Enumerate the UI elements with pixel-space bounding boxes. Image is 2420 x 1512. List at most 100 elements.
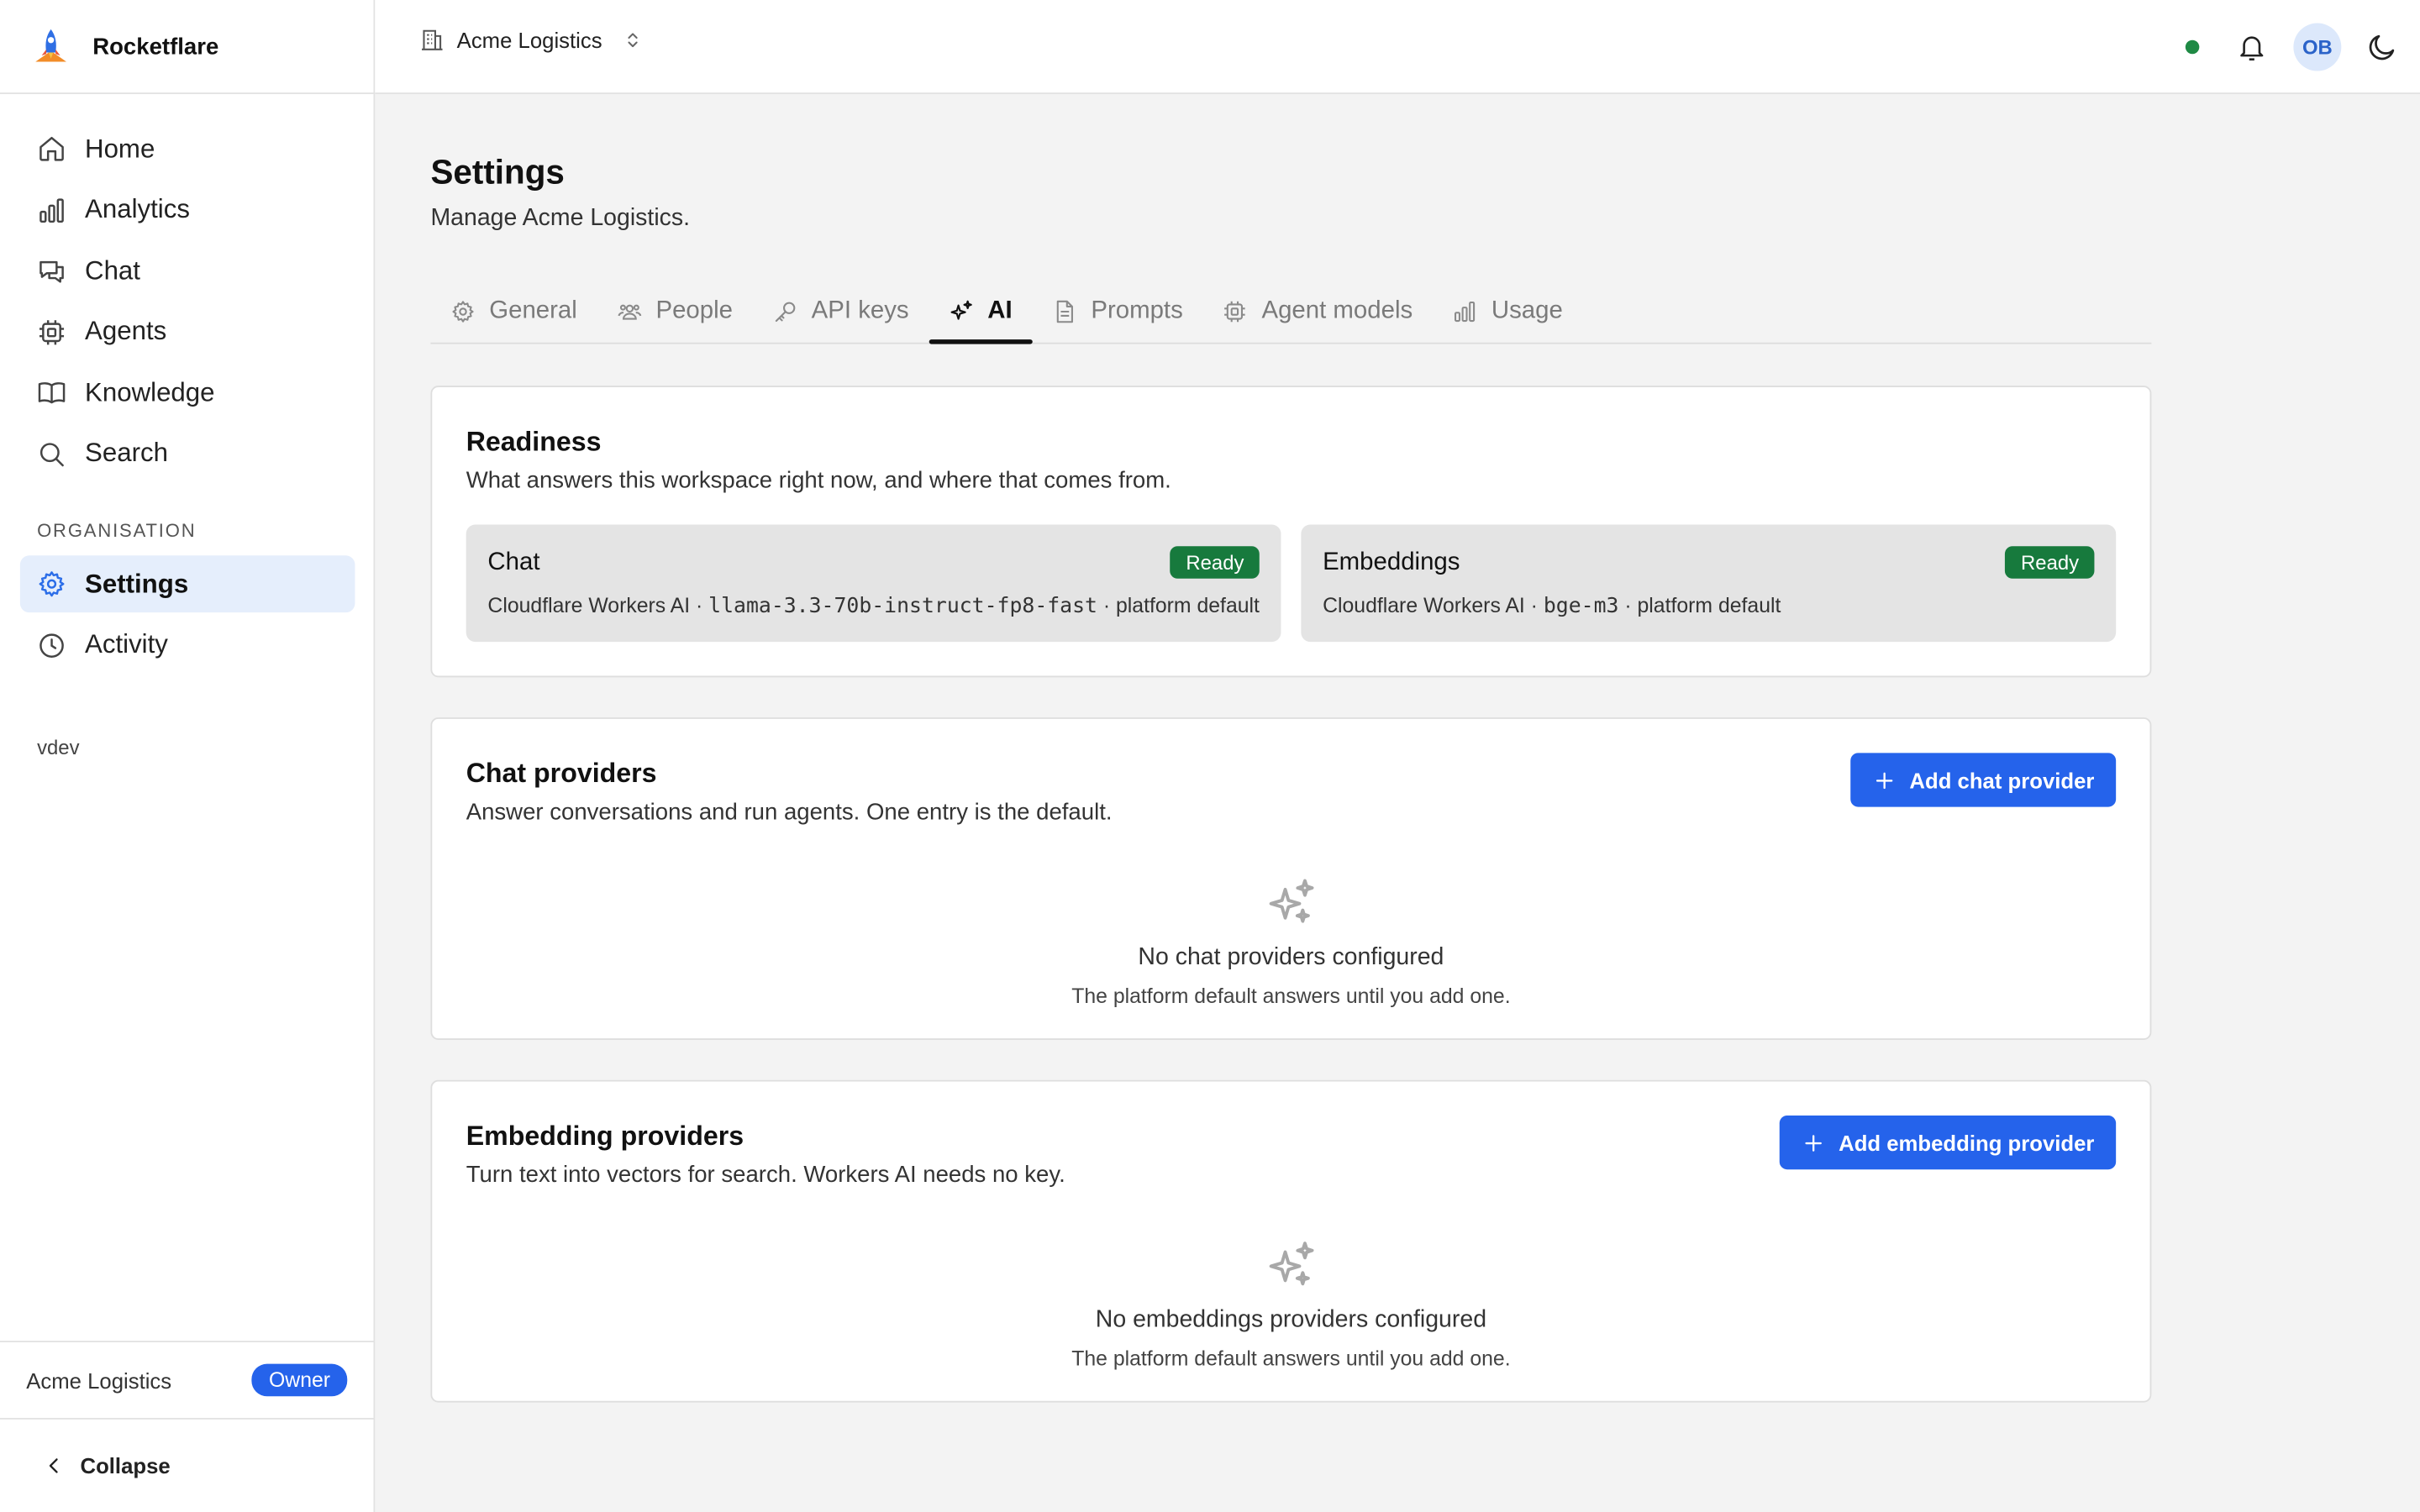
sidebar-item-analytics[interactable]: Analytics <box>20 181 355 239</box>
bar-chart-icon <box>37 195 66 224</box>
topbar-actions: OB <box>2185 23 2399 71</box>
sparkles-icon <box>432 876 2149 928</box>
sparkles-icon <box>949 299 973 323</box>
plus-icon <box>1803 1131 1825 1153</box>
readiness-chat-detail: Cloudflare Workers AI · llama-3.3-70b-in… <box>487 594 1260 618</box>
tab-general[interactable]: General <box>430 281 597 342</box>
avatar[interactable]: OB <box>2293 23 2342 71</box>
button-label: Add embedding provider <box>1839 1130 2095 1155</box>
tab-agent-models[interactable]: Agent models <box>1203 281 1433 342</box>
sidebar-org-footer[interactable]: Acme Logistics Owner <box>0 1341 374 1418</box>
empty-state-subtitle: The platform default answers until you a… <box>1071 984 1511 1008</box>
clock-icon <box>37 630 66 659</box>
sidebar-item-label: Search <box>85 438 168 468</box>
readiness-chat: Chat Ready Cloudflare Workers AI · llama… <box>466 524 1281 643</box>
tab-label: API keys <box>811 297 909 324</box>
environment-label: vdev <box>37 736 80 759</box>
org-nav: Settings Activity <box>19 555 355 677</box>
status-dot <box>2185 39 2200 55</box>
key-icon <box>773 299 797 323</box>
chat-providers-card: Chat providers Answer conversations and … <box>430 717 2152 1040</box>
home-icon <box>37 134 66 164</box>
sidebar-item-chat[interactable]: Chat <box>20 242 355 299</box>
sidebar-item-label: Home <box>85 133 155 163</box>
moon-icon[interactable] <box>2366 31 2399 64</box>
main-nav: Home Analytics Chat Agents Knowledge Sea… <box>20 120 355 486</box>
provider-name: Cloudflare Workers AI · <box>487 594 709 617</box>
model-name: bge-m3 <box>1543 594 1619 619</box>
section-label-organisation: ORGANISATION <box>37 519 197 542</box>
readiness-embeddings-title: Embeddings <box>1323 549 1460 576</box>
rocket-logo-icon <box>31 26 71 66</box>
document-icon <box>1052 299 1076 323</box>
sidebar: Rocketflare Home Analytics Chat Agents K… <box>0 0 376 1512</box>
readiness-embeddings-detail: Cloudflare Workers AI · bge-m3 · platfor… <box>1323 594 1781 618</box>
readiness-subtitle: What answers this workspace right now, a… <box>466 467 1171 494</box>
page-title: Settings <box>430 152 565 192</box>
tab-label: Agent models <box>1261 297 1413 324</box>
sidebar-item-agents[interactable]: Agents <box>20 303 355 360</box>
model-source: · platform default <box>1618 594 1781 617</box>
search-icon <box>37 439 66 469</box>
role-badge: Owner <box>251 1363 348 1397</box>
cpu-icon <box>1223 299 1248 323</box>
provider-name: Cloudflare Workers AI · <box>1323 594 1544 617</box>
tab-label: Prompts <box>1091 297 1183 324</box>
tab-prompts[interactable]: Prompts <box>1033 281 1203 342</box>
page-subtitle: Manage Acme Logistics. <box>430 205 691 232</box>
sidebar-item-search[interactable]: Search <box>20 425 355 482</box>
building-icon <box>420 28 445 52</box>
settings-tabs: General People API keys AI Prompts Agent… <box>430 281 2152 344</box>
chevron-up-down-icon <box>623 29 642 51</box>
users-icon <box>618 299 642 323</box>
cpu-icon <box>37 317 66 346</box>
org-name: Acme Logistics <box>26 1368 172 1393</box>
tab-ai[interactable]: AI <box>929 281 1033 344</box>
collapse-label: Collapse <box>80 1453 171 1478</box>
sidebar-item-label: Activity <box>85 629 168 659</box>
tab-api-keys[interactable]: API keys <box>753 281 929 342</box>
sidebar-item-label: Knowledge <box>85 377 215 407</box>
sidebar-item-label: Agents <box>85 316 167 346</box>
status-badge: Ready <box>2005 546 2095 579</box>
tab-label: People <box>655 297 733 324</box>
sidebar-item-knowledge[interactable]: Knowledge <box>20 364 355 421</box>
collapse-button[interactable]: Collapse <box>0 1417 374 1512</box>
embedding-providers-empty-state: No embeddings providers configured The p… <box>432 1239 2149 1370</box>
sidebar-item-home[interactable]: Home <box>20 120 355 177</box>
readiness-chat-title: Chat <box>487 549 540 576</box>
readiness-title: Readiness <box>466 425 602 457</box>
book-icon <box>37 378 66 407</box>
empty-state-title: No embeddings providers configured <box>1095 1306 1487 1333</box>
gear-icon <box>37 570 66 599</box>
chat-providers-title: Chat providers <box>466 757 657 789</box>
chevron-left-icon <box>43 1455 65 1477</box>
tab-label: Usage <box>1491 297 1563 324</box>
add-chat-provider-button[interactable]: Add chat provider <box>1850 753 2117 807</box>
embedding-providers-subtitle: Turn text into vectors for search. Worke… <box>466 1162 1065 1189</box>
plus-icon <box>1874 769 1896 791</box>
empty-state-title: No chat providers configured <box>1138 944 1444 971</box>
add-embedding-provider-button[interactable]: Add embedding provider <box>1780 1115 2117 1170</box>
bell-icon[interactable] <box>2236 32 2267 63</box>
status-badge: Ready <box>1171 546 1260 579</box>
tab-usage[interactable]: Usage <box>1433 281 1583 342</box>
tab-label: General <box>489 297 577 324</box>
org-switcher[interactable]: Acme Logistics <box>420 28 643 52</box>
chat-providers-subtitle: Answer conversations and run agents. One… <box>466 799 1113 826</box>
sparkles-icon <box>432 1239 2149 1291</box>
tab-label: AI <box>987 297 1013 324</box>
sidebar-item-settings[interactable]: Settings <box>19 555 355 613</box>
tab-people[interactable]: People <box>597 281 753 342</box>
empty-state-subtitle: The platform default answers until you a… <box>1071 1347 1511 1371</box>
app-name: Rocketflare <box>92 33 219 60</box>
readiness-card: Readiness What answers this workspace ri… <box>430 386 2152 678</box>
brand[interactable]: Rocketflare <box>0 0 374 95</box>
bar-chart-icon <box>1453 299 1477 323</box>
sidebar-item-label: Chat <box>85 255 140 285</box>
model-name: llama-3.3-70b-instruct-fp8-fast <box>708 594 1097 619</box>
chat-providers-empty-state: No chat providers configured The platfor… <box>432 876 2149 1007</box>
org-switcher-label: Acme Logistics <box>456 28 602 53</box>
button-label: Add chat provider <box>1909 767 2095 793</box>
sidebar-item-activity[interactable]: Activity <box>20 617 355 674</box>
